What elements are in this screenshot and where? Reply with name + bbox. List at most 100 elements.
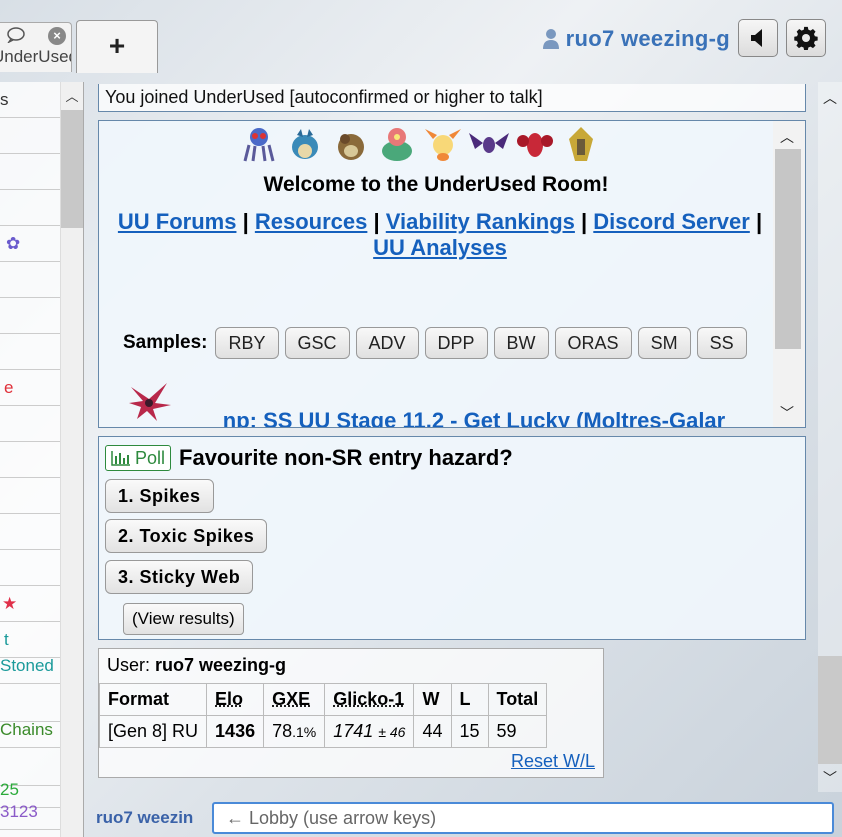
cell-glicko: 1741 ± 46 (324, 715, 415, 748)
sample-button-oras[interactable]: ORAS (554, 327, 632, 359)
infobox-scroll-thumb[interactable] (775, 149, 801, 349)
chat-scroll-up-icon[interactable]: ︿ (820, 88, 840, 108)
cell-format: [Gen 8] RU (98, 715, 208, 748)
table-header-row: Format Elo GXE Glicko-1 W L Total (98, 683, 548, 716)
new-tab-button[interactable]: + (76, 20, 158, 73)
userlist-item[interactable] (0, 442, 60, 478)
link-uu-analyses[interactable]: UU Analyses (373, 235, 507, 260)
link-separator: | (755, 209, 763, 234)
table-row: [Gen 8] RU 1436 78.1% 1741 ± 46 44 15 59 (98, 715, 548, 748)
nidoqueen-sprite-icon (292, 129, 318, 159)
sound-button[interactable] (738, 19, 778, 57)
stats-user-label: User: (107, 655, 151, 675)
userlist-item[interactable]: Chains (0, 712, 60, 748)
moltres-galar-sprite-icon (129, 383, 171, 421)
col-format: Format (98, 683, 208, 716)
link-uu-forums[interactable]: UU Forums (118, 209, 237, 234)
aegislash-sprite-icon (569, 127, 593, 161)
crobat-sprite-icon (469, 133, 509, 153)
close-tab-icon[interactable]: × (48, 27, 66, 45)
join-notice: You joined UnderUsed [autoconfirmed or h… (98, 84, 806, 112)
sample-button-rby[interactable]: RBY (215, 327, 279, 359)
stats-user-line: User: ruo7 weezing-g (107, 655, 286, 676)
tentacruel-sprite-icon (243, 128, 275, 162)
reset-wl-link[interactable]: Reset W/L (511, 751, 595, 772)
cell-losses: 15 (450, 715, 489, 748)
userlist-item-label: t (4, 630, 9, 649)
top-bar: × UnderUsed + ruo7 weezing-g (0, 0, 842, 78)
sample-button-bw[interactable]: BW (493, 327, 549, 359)
victini-sprite-icon (425, 129, 461, 161)
poll-option-spikes[interactable]: 1. Spikes (105, 479, 214, 513)
settings-button[interactable] (786, 19, 826, 57)
link-separator: | (373, 209, 380, 234)
ladder-stats-box: User: ruo7 weezing-g Format Elo GXE Glic… (98, 648, 604, 778)
userlist-item[interactable] (0, 298, 60, 334)
poll-tag: Poll (105, 445, 172, 471)
userlist-item[interactable]: ★ (0, 586, 60, 622)
infobox-scroll-down-icon[interactable]: ﹀ (777, 403, 797, 423)
col-glicko: Glicko-1 (324, 683, 415, 716)
link-resources[interactable]: Resources (255, 209, 368, 234)
userlist-item[interactable]: s (0, 82, 60, 118)
cell-total: 59 (487, 715, 548, 748)
userlist-item[interactable] (0, 190, 60, 226)
chat-compose-bar: ruo7 weezin (84, 796, 842, 837)
userlist-item[interactable] (0, 262, 60, 298)
userlist-item-label: e (4, 378, 14, 397)
samples-row: Samples: RBY GSC ADV DPP BW ORAS SM SS (123, 327, 747, 359)
kangaskhan-sprite-icon (338, 134, 364, 160)
sample-button-gsc[interactable]: GSC (284, 327, 350, 359)
room-tab-underused[interactable]: × UnderUsed (0, 22, 72, 72)
userlist-item[interactable] (0, 406, 60, 442)
chat-log: You joined UnderUsed [autoconfirmed or h… (84, 82, 842, 792)
cell-wins: 44 (413, 715, 452, 748)
sample-button-ss[interactable]: SS (696, 327, 747, 359)
view-results-button[interactable]: (View results) (123, 603, 244, 635)
sidebar-scroll-thumb[interactable] (61, 110, 83, 228)
userlist-item[interactable] (0, 514, 60, 550)
header-username[interactable]: ruo7 weezing-g (566, 26, 730, 52)
userlist-item-label: ★ (2, 594, 18, 613)
sidebar-scroll-up-icon[interactable]: ︿ (63, 86, 81, 104)
chat-input[interactable] (212, 802, 834, 834)
chat-scroll-down-icon[interactable]: ﹀ (820, 768, 840, 788)
userlist-item-label: Chains (0, 720, 53, 739)
userlist-item-label: 3123 (0, 802, 38, 821)
user-menu[interactable]: ruo7 weezing-g (542, 26, 730, 52)
link-viability-rankings[interactable]: Viability Rankings (386, 209, 575, 234)
col-total: Total (487, 683, 548, 716)
userlist-item[interactable] (0, 154, 60, 190)
userlist-item-label: Stoned (0, 656, 54, 675)
userlist-item[interactable] (0, 550, 60, 586)
userlist-item-label: ✿ (6, 234, 21, 253)
chat-username[interactable]: ruo7 weezin (96, 808, 193, 828)
ladder-table: Format Elo GXE Glicko-1 W L Total [Gen 8… (98, 683, 548, 748)
chat-scroll-thumb[interactable] (818, 656, 842, 764)
userlist-item[interactable]: e (0, 370, 60, 406)
col-elo: Elo (206, 683, 265, 716)
poll-tag-label: Poll (135, 447, 166, 468)
userlist-item[interactable]: ✿ (0, 226, 60, 262)
poll-option-sticky-web[interactable]: 3. Sticky Web (105, 560, 254, 594)
sample-button-sm[interactable]: SM (637, 327, 691, 359)
infobox-scroll-up-icon[interactable]: ︿ (777, 127, 797, 147)
userlist-item[interactable] (0, 478, 60, 514)
cell-elo: 1436 (206, 715, 265, 748)
speaker-icon (751, 29, 762, 47)
poll-box: Poll Favourite non-SR entry hazard? 1. S… (98, 436, 806, 640)
chat-bubble-icon (7, 27, 25, 43)
now-playing-link[interactable]: np: SS UU Stage 11.2 - Get Lucky (Moltre… (179, 401, 769, 427)
userlist-item[interactable]: Stoned (0, 648, 60, 684)
userlist-item[interactable] (0, 334, 60, 370)
poll-option-toxic-spikes[interactable]: 2. Toxic Spikes (105, 519, 268, 553)
scizor-sprite-icon (517, 133, 553, 157)
sample-button-adv[interactable]: ADV (355, 327, 419, 359)
gear-icon (794, 26, 818, 50)
room-tab-label: UnderUsed (0, 47, 71, 66)
samples-label: Samples: (123, 332, 208, 353)
link-discord-server[interactable]: Discord Server (593, 209, 750, 234)
userlist-item[interactable] (0, 118, 60, 154)
userlist-item[interactable]: 3123 (0, 794, 60, 830)
sample-button-dpp[interactable]: DPP (424, 327, 488, 359)
